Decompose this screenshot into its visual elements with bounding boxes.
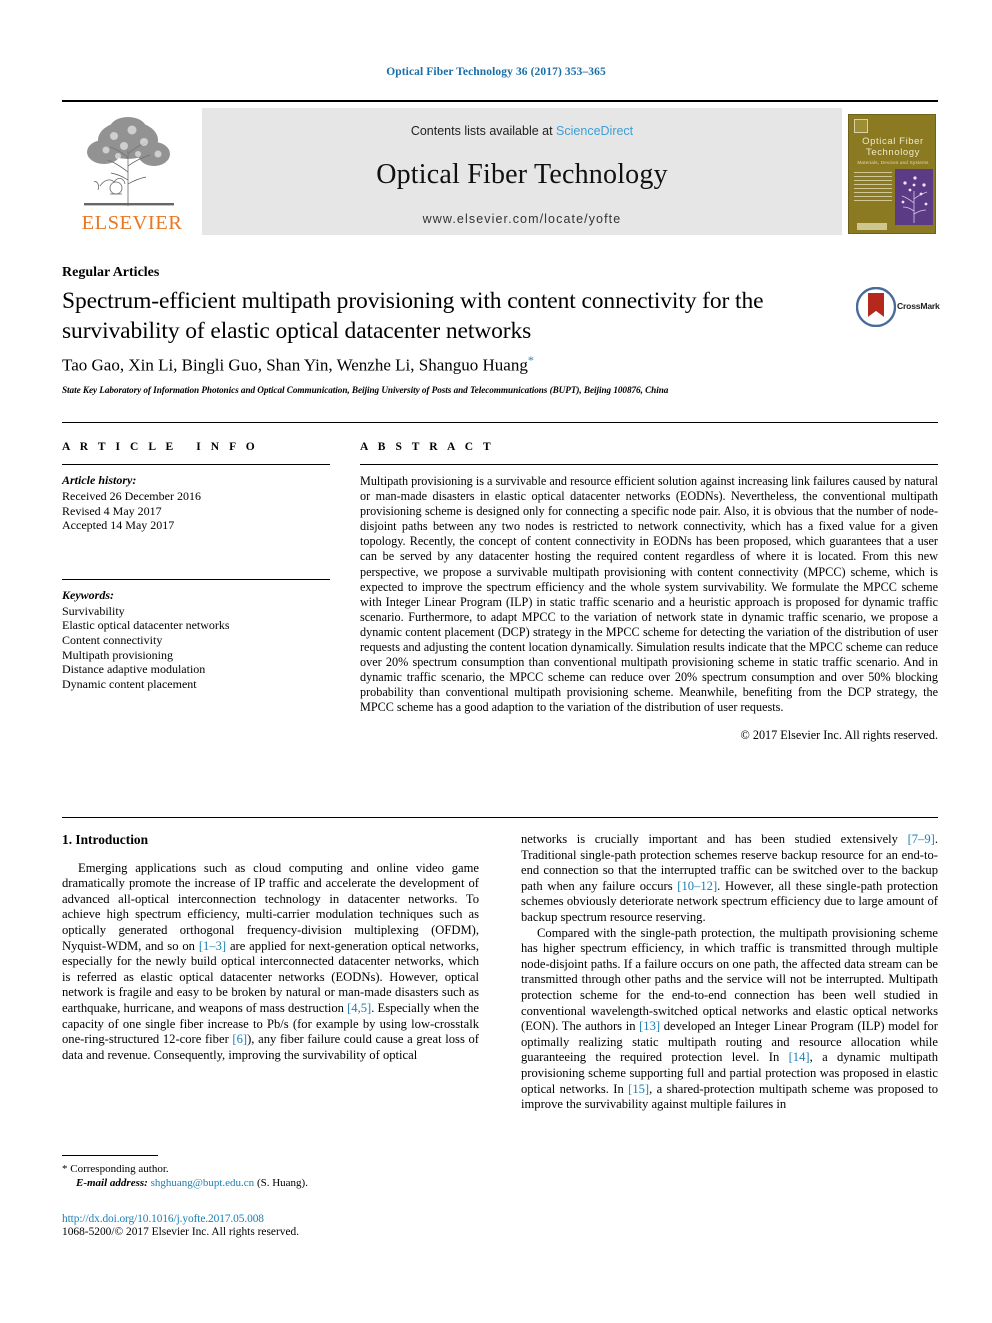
article-info-heading: A R T I C L E I N F O <box>62 441 259 453</box>
journal-cover-thumbnail: Optical Fiber Technology Materials, Devic… <box>842 108 938 235</box>
article-info-column: A R T I C L E I N F O Article history: R… <box>62 441 330 691</box>
footnote-email-line: E-mail address: shghuang@bupt.edu.cn (S.… <box>62 1176 479 1190</box>
abstract-heading: A B S T R A C T <box>360 441 495 453</box>
page-footer: http://dx.doi.org/10.1016/j.yofte.2017.0… <box>62 1213 562 1238</box>
article-history-received: Received 26 December 2016 <box>62 489 201 503</box>
abstract-copyright: © 2017 Elsevier Inc. All rights reserved… <box>740 727 938 742</box>
cover-subtitle: Materials, Devices and Systems <box>857 160 929 165</box>
keywords-block: Keywords: Survivability Elastic optical … <box>62 578 330 692</box>
citation-4-5[interactable]: [4,5] <box>347 1001 371 1015</box>
journal-title: Optical Fiber Technology <box>376 159 668 190</box>
cover-title: Optical Fiber Technology <box>862 136 924 158</box>
journal-homepage-url[interactable]: www.elsevier.com/locate/yofte <box>202 212 842 226</box>
citation-1-3[interactable]: [1–3] <box>199 939 226 953</box>
citation-10-12[interactable]: [10–12] <box>677 879 717 893</box>
crossmark-icon <box>856 287 896 327</box>
corresponding-author-marker: * <box>527 353 534 367</box>
keyword-item: Multipath provisioning <box>62 647 173 662</box>
article-history-accepted: Accepted 14 May 2017 <box>62 518 175 533</box>
crossmark-badge[interactable]: CrossMark <box>856 287 940 331</box>
intro-paragraph-right-1: networks is crucially important and has … <box>521 832 938 926</box>
author-names: Tao Gao, Xin Li, Bingli Guo, Shan Yin, W… <box>62 355 528 375</box>
elsevier-logo: ELSEVIER <box>62 108 202 235</box>
right-text-a: networks is crucially important and has … <box>521 832 908 846</box>
citation-14[interactable]: [14] <box>789 1050 810 1064</box>
email-address-link[interactable]: shghuang@bupt.edu.cn <box>151 1177 255 1189</box>
citation-15[interactable]: [15] <box>628 1082 649 1096</box>
article-section-label: Regular Articles <box>62 265 160 280</box>
journal-masthead: ELSEVIER Contents lists available at Sci… <box>62 100 938 235</box>
body-left-column: 1. Introduction Emerging applications su… <box>62 832 479 1063</box>
email-address-label: E-mail address: <box>76 1177 148 1189</box>
section-heading-introduction: 1. Introduction <box>62 832 149 847</box>
right2-text-a: Compared with the single-path protection… <box>521 925 938 1034</box>
cover-elsevier-mark-icon <box>854 119 868 133</box>
doi-link[interactable]: http://dx.doi.org/10.1016/j.yofte.2017.0… <box>62 1213 562 1225</box>
elsevier-tree-icon <box>84 117 174 206</box>
elsevier-wordmark: ELSEVIER <box>81 212 183 234</box>
keyword-item: Survivability <box>62 603 125 618</box>
article-history-revised: Revised 4 May 2017 <box>62 503 162 518</box>
info-divider <box>62 464 330 465</box>
intro-paragraph-left: Emerging applications such as cloud comp… <box>62 861 479 1064</box>
keywords-label: Keywords: <box>62 587 114 602</box>
abstract-divider <box>360 464 938 465</box>
page-title: Spectrum-efficient multipath provisionin… <box>62 288 764 344</box>
paper-page: Optical Fiber Technology 36 (2017) 353–3… <box>0 0 992 1323</box>
keyword-item: Content connectivity <box>62 632 163 647</box>
abstract-column: A B S T R A C T Multipath provisioning i… <box>360 441 938 743</box>
corresponding-author-footnote: * Corresponding author. E-mail address: … <box>62 1155 479 1190</box>
body-right-column: networks is crucially important and has … <box>521 832 938 1113</box>
issn-copyright-line: 1068-5200/© 2017 Elsevier Inc. All right… <box>62 1226 300 1238</box>
contents-prefix-text: Contents lists available at <box>410 124 557 138</box>
footnote-corresponding-text: Corresponding author. <box>67 1163 169 1175</box>
keyword-item: Elastic optical datacenter networks <box>62 618 230 633</box>
author-list: Tao Gao, Xin Li, Bingli Guo, Shan Yin, W… <box>62 353 862 376</box>
contents-available-line: Contents lists available at ScienceDirec… <box>202 124 842 138</box>
abstract-text: Multipath provisioning is a survivable a… <box>360 474 938 715</box>
citation-6[interactable]: [6] <box>232 1032 247 1046</box>
citation-7-9[interactable]: [7–9] <box>908 832 935 846</box>
masthead-center-panel: Contents lists available at ScienceDirec… <box>202 108 842 235</box>
email-owner-text: (S. Huang). <box>254 1177 308 1189</box>
footnote-corresponding-line: * Corresponding author. <box>62 1162 479 1176</box>
author-affiliation: State Key Laboratory of Information Phot… <box>62 385 669 395</box>
citation-13[interactable]: [13] <box>639 1019 660 1033</box>
keywords-divider <box>62 578 330 580</box>
cover-footer-badge <box>857 223 887 230</box>
cover-toc-lines <box>854 172 892 204</box>
article-history-label: Article history: <box>62 473 137 487</box>
intro-paragraph-right-2: Compared with the single-path protection… <box>521 926 938 1113</box>
keyword-item: Dynamic content placement <box>62 676 197 691</box>
crossmark-label: CrossMark <box>897 301 940 311</box>
footnote-divider <box>62 1155 158 1156</box>
running-head: Optical Fiber Technology 36 (2017) 353–3… <box>386 66 606 78</box>
cover-artwork-icon <box>895 169 933 225</box>
article-info-abstract-box: A R T I C L E I N F O Article history: R… <box>62 422 938 818</box>
sciencedirect-link[interactable]: ScienceDirect <box>556 124 633 138</box>
keyword-item: Distance adaptive modulation <box>62 662 206 677</box>
